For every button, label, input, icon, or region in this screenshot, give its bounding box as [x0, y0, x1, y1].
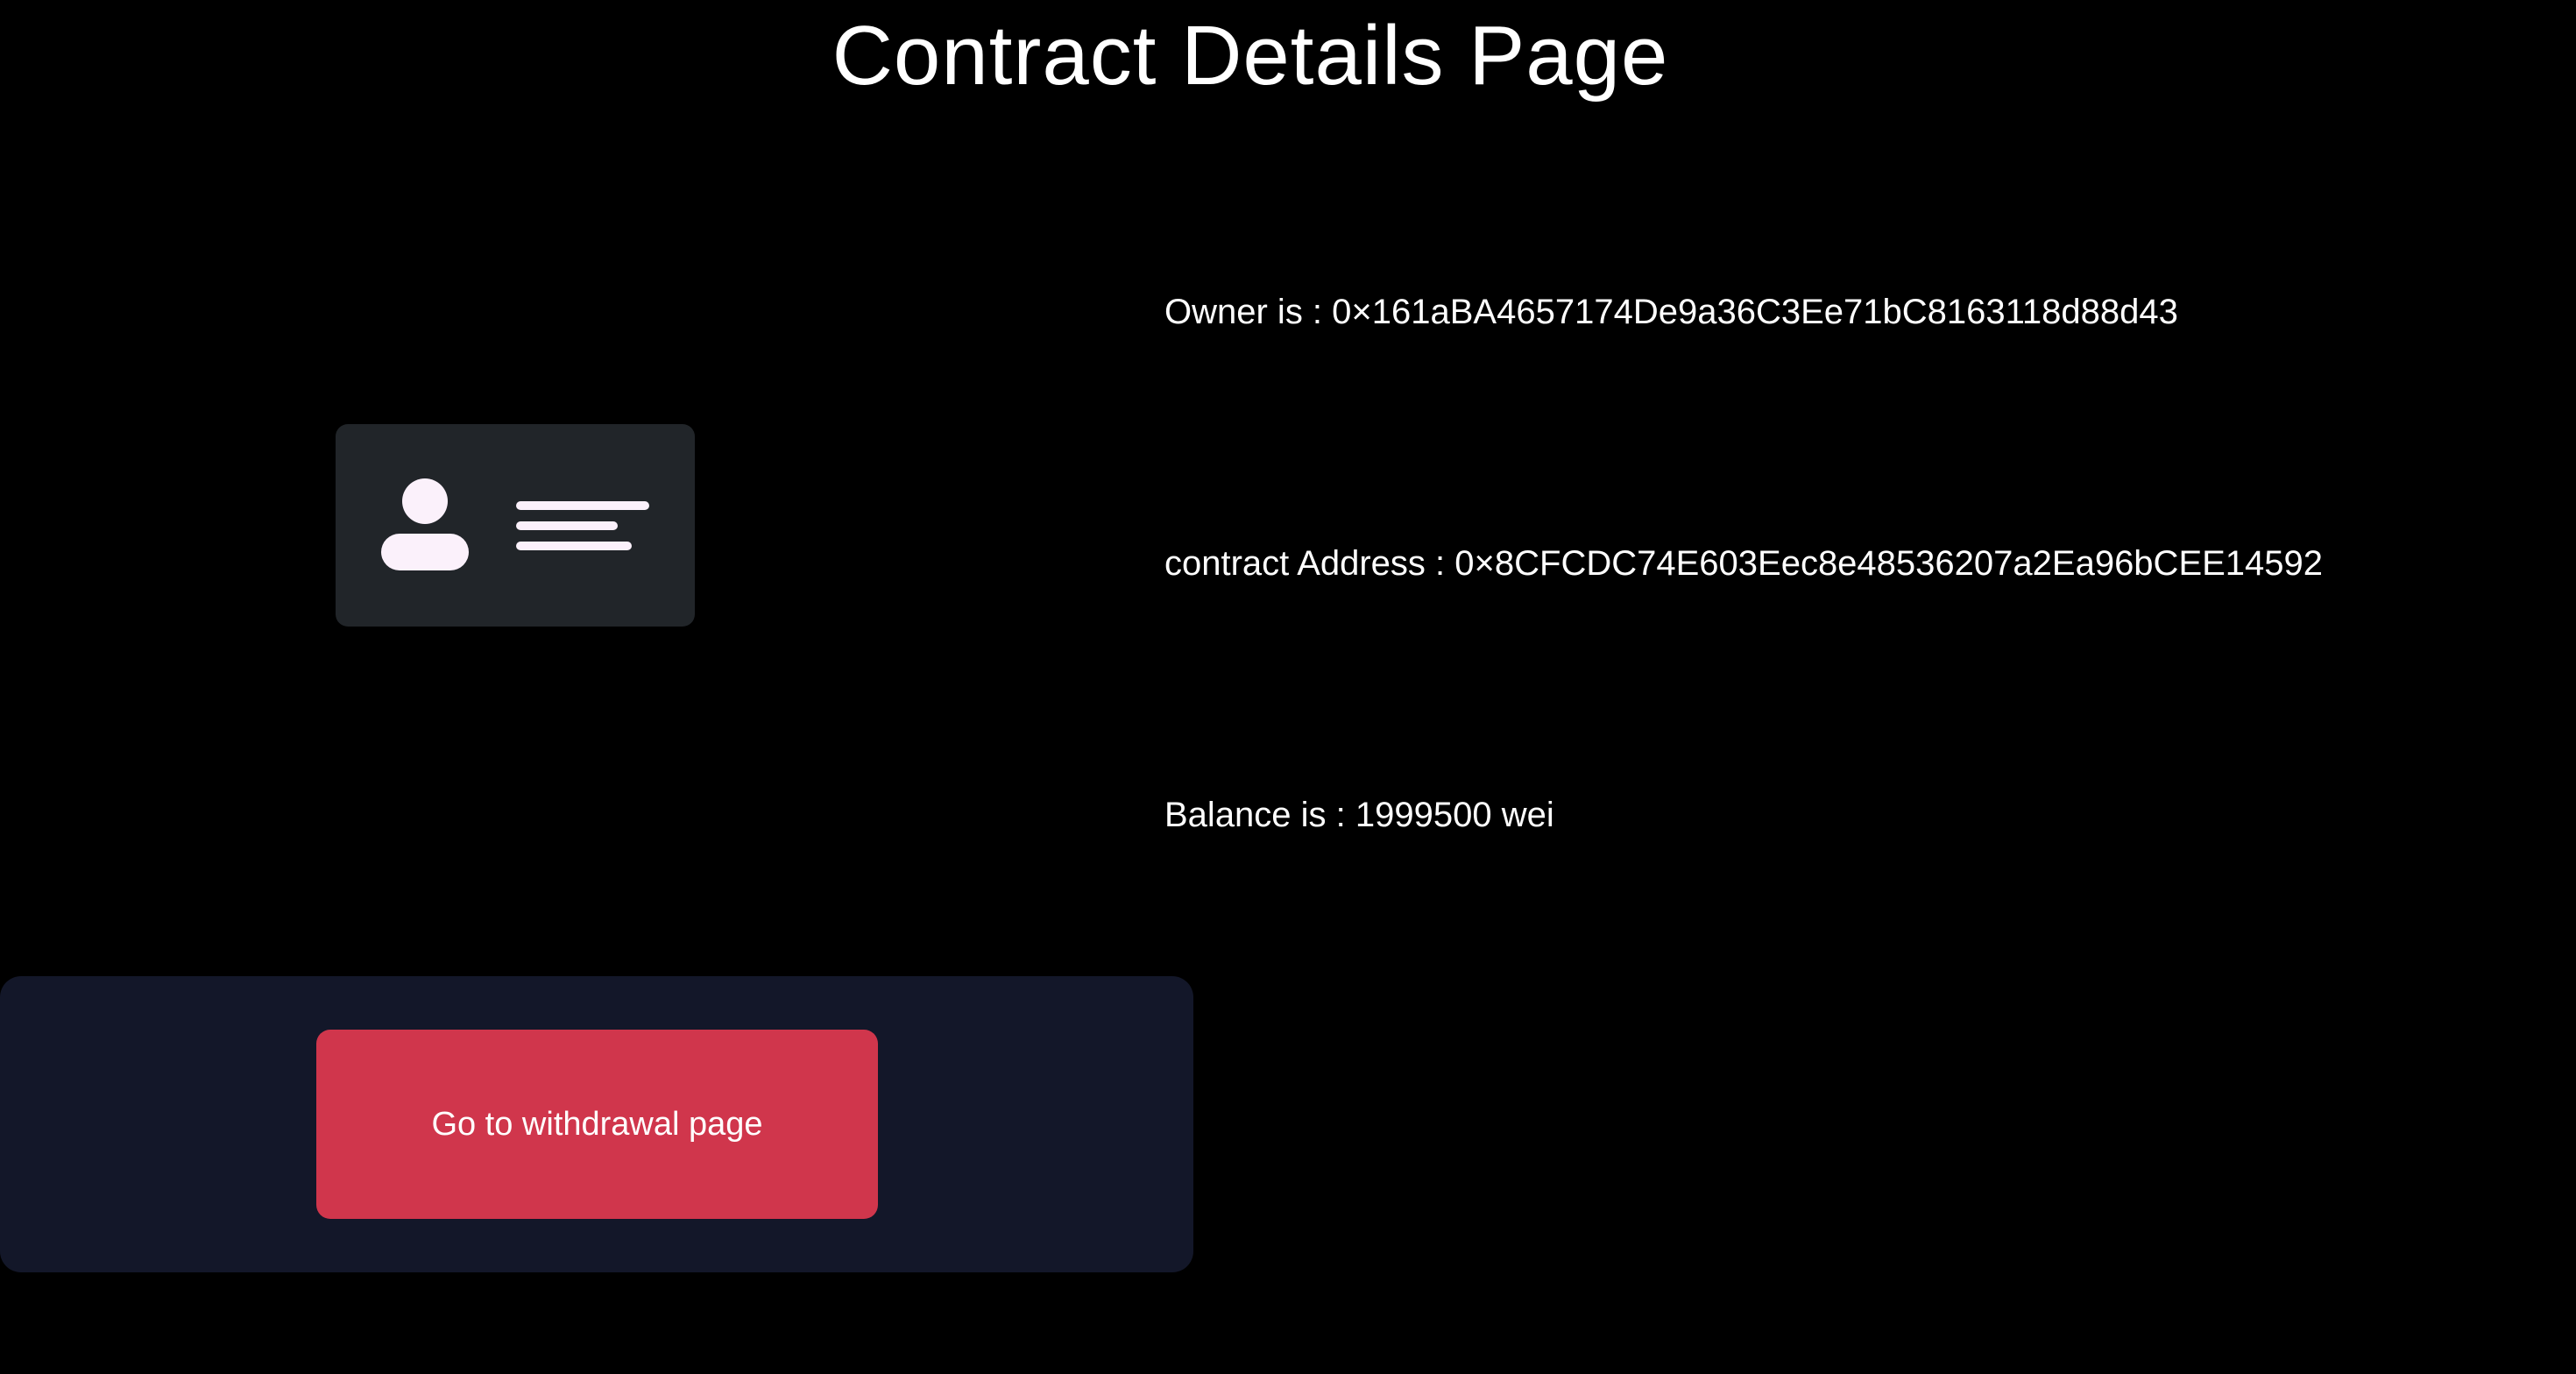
avatar-body: [381, 534, 469, 570]
id-card-glyph: [381, 478, 649, 570]
balance-text: Balance is : 1999500 wei: [1164, 796, 1554, 834]
contract-details-page: Contract Details Page Owner is : 0×161aB…: [0, 0, 2576, 1374]
contract-address-text: contract Address : 0×8CFCDC74E603Eec8e48…: [1164, 544, 2324, 583]
avatar-head: [402, 478, 448, 524]
card-text-line-2: [516, 521, 618, 530]
page-title: Contract Details Page: [832, 9, 1669, 103]
action-panel: Go to withdrawal page: [0, 976, 1193, 1272]
id-card-icon: [336, 424, 695, 627]
owner-text: Owner is : 0×161aBA4657174De9a36C3Ee71bC…: [1164, 293, 2178, 331]
card-text-line-3: [516, 542, 632, 550]
card-text-line-1: [516, 501, 649, 510]
withdrawal-page-button[interactable]: Go to withdrawal page: [316, 1030, 878, 1219]
